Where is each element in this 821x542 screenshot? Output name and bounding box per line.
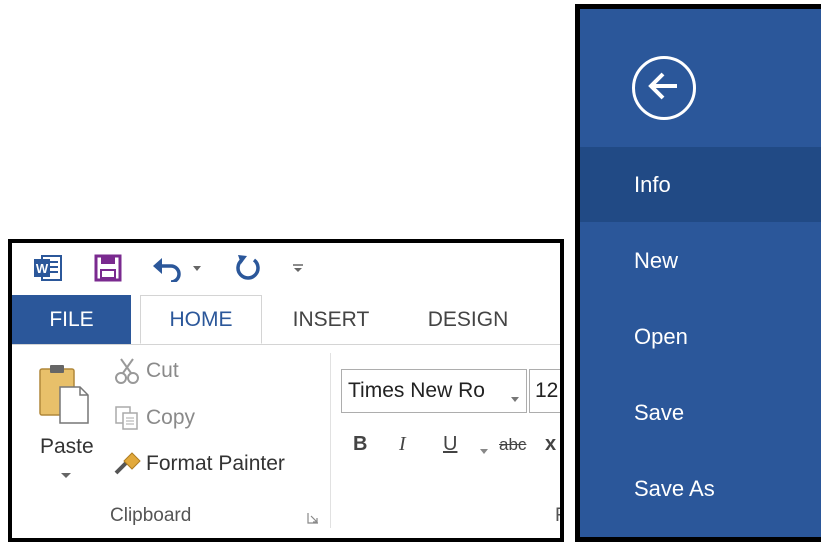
paste-dropdown-icon bbox=[60, 467, 72, 485]
underline-button[interactable]: U bbox=[443, 433, 457, 456]
subscript-label: x bbox=[545, 433, 557, 455]
ribbon-tabs: FILE HOME INSERT DESIGN bbox=[12, 295, 560, 345]
customize-icon[interactable] bbox=[284, 243, 312, 293]
word-logo-icon: W bbox=[28, 243, 68, 293]
font-size-value: 12 bbox=[535, 379, 559, 402]
copy-button[interactable]: Copy bbox=[112, 405, 195, 431]
font-name-combobox[interactable]: Times New Ro bbox=[341, 369, 527, 413]
save-icon[interactable] bbox=[88, 243, 128, 293]
tab-insert[interactable]: INSERT bbox=[280, 295, 382, 344]
font-group: Times New Ro 12 B I U abc x F bbox=[331, 345, 560, 538]
clipboard-group-label: Clipboard bbox=[110, 505, 192, 526]
word-ribbon: W FILE HOME INSERT DESIGN Paste Cut Copy… bbox=[8, 239, 564, 542]
undo-icon[interactable] bbox=[148, 243, 210, 293]
backstage-menu: Info New Open Save Save As bbox=[575, 4, 821, 542]
font-group-label: F bbox=[555, 505, 560, 527]
quick-access-toolbar: W bbox=[12, 243, 560, 293]
underline-label: U bbox=[443, 433, 458, 455]
menu-item-label: Save As bbox=[634, 475, 715, 501]
paste-button[interactable]: Paste bbox=[30, 351, 94, 479]
menu-item-label: Open bbox=[634, 323, 688, 349]
menu-item-save[interactable]: Save bbox=[580, 375, 821, 450]
dialog-launcher-icon[interactable] bbox=[306, 511, 320, 530]
scissors-icon bbox=[112, 357, 142, 385]
paintbrush-icon bbox=[112, 451, 142, 477]
menu-item-save-as[interactable]: Save As bbox=[580, 451, 821, 526]
redo-icon[interactable] bbox=[228, 243, 268, 293]
cut-button[interactable]: Cut bbox=[112, 357, 179, 385]
italic-label: I bbox=[399, 433, 406, 455]
tab-file[interactable]: FILE bbox=[12, 295, 131, 344]
menu-item-label: New bbox=[634, 247, 679, 273]
tab-home[interactable]: HOME bbox=[140, 295, 262, 344]
back-arrow-icon bbox=[647, 71, 681, 106]
back-button[interactable] bbox=[632, 56, 696, 120]
font-size-combobox[interactable]: 12 bbox=[529, 369, 560, 413]
font-name-value: Times New Ro bbox=[348, 379, 485, 402]
menu-item-info[interactable]: Info bbox=[580, 147, 821, 222]
bold-button[interactable]: B bbox=[353, 433, 367, 456]
strikethrough-button[interactable]: abc bbox=[499, 435, 526, 455]
copy-icon bbox=[112, 405, 142, 431]
chevron-down-icon bbox=[510, 386, 520, 410]
menu-item-label: Save bbox=[634, 399, 685, 425]
paste-label: Paste bbox=[40, 435, 94, 458]
tab-design[interactable]: DESIGN bbox=[414, 295, 522, 344]
subscript-button[interactable]: x bbox=[545, 433, 556, 456]
clipboard-group: Paste Cut Copy Format Painter Clipboard bbox=[12, 345, 330, 538]
word-logo-letter: W bbox=[36, 261, 49, 276]
strikethrough-label: abc bbox=[499, 435, 527, 454]
cut-label: Cut bbox=[146, 359, 179, 382]
copy-label: Copy bbox=[146, 406, 196, 429]
format-painter-label: Format Painter bbox=[146, 452, 285, 475]
format-painter-button[interactable]: Format Painter bbox=[112, 451, 285, 477]
italic-button[interactable]: I bbox=[399, 433, 406, 456]
menu-item-label: Info bbox=[634, 171, 671, 197]
underline-dropdown-icon[interactable] bbox=[479, 443, 489, 461]
clipboard-icon bbox=[38, 363, 90, 430]
bold-label: B bbox=[353, 433, 368, 455]
menu-item-new[interactable]: New bbox=[580, 223, 821, 298]
menu-item-open[interactable]: Open bbox=[580, 299, 821, 374]
